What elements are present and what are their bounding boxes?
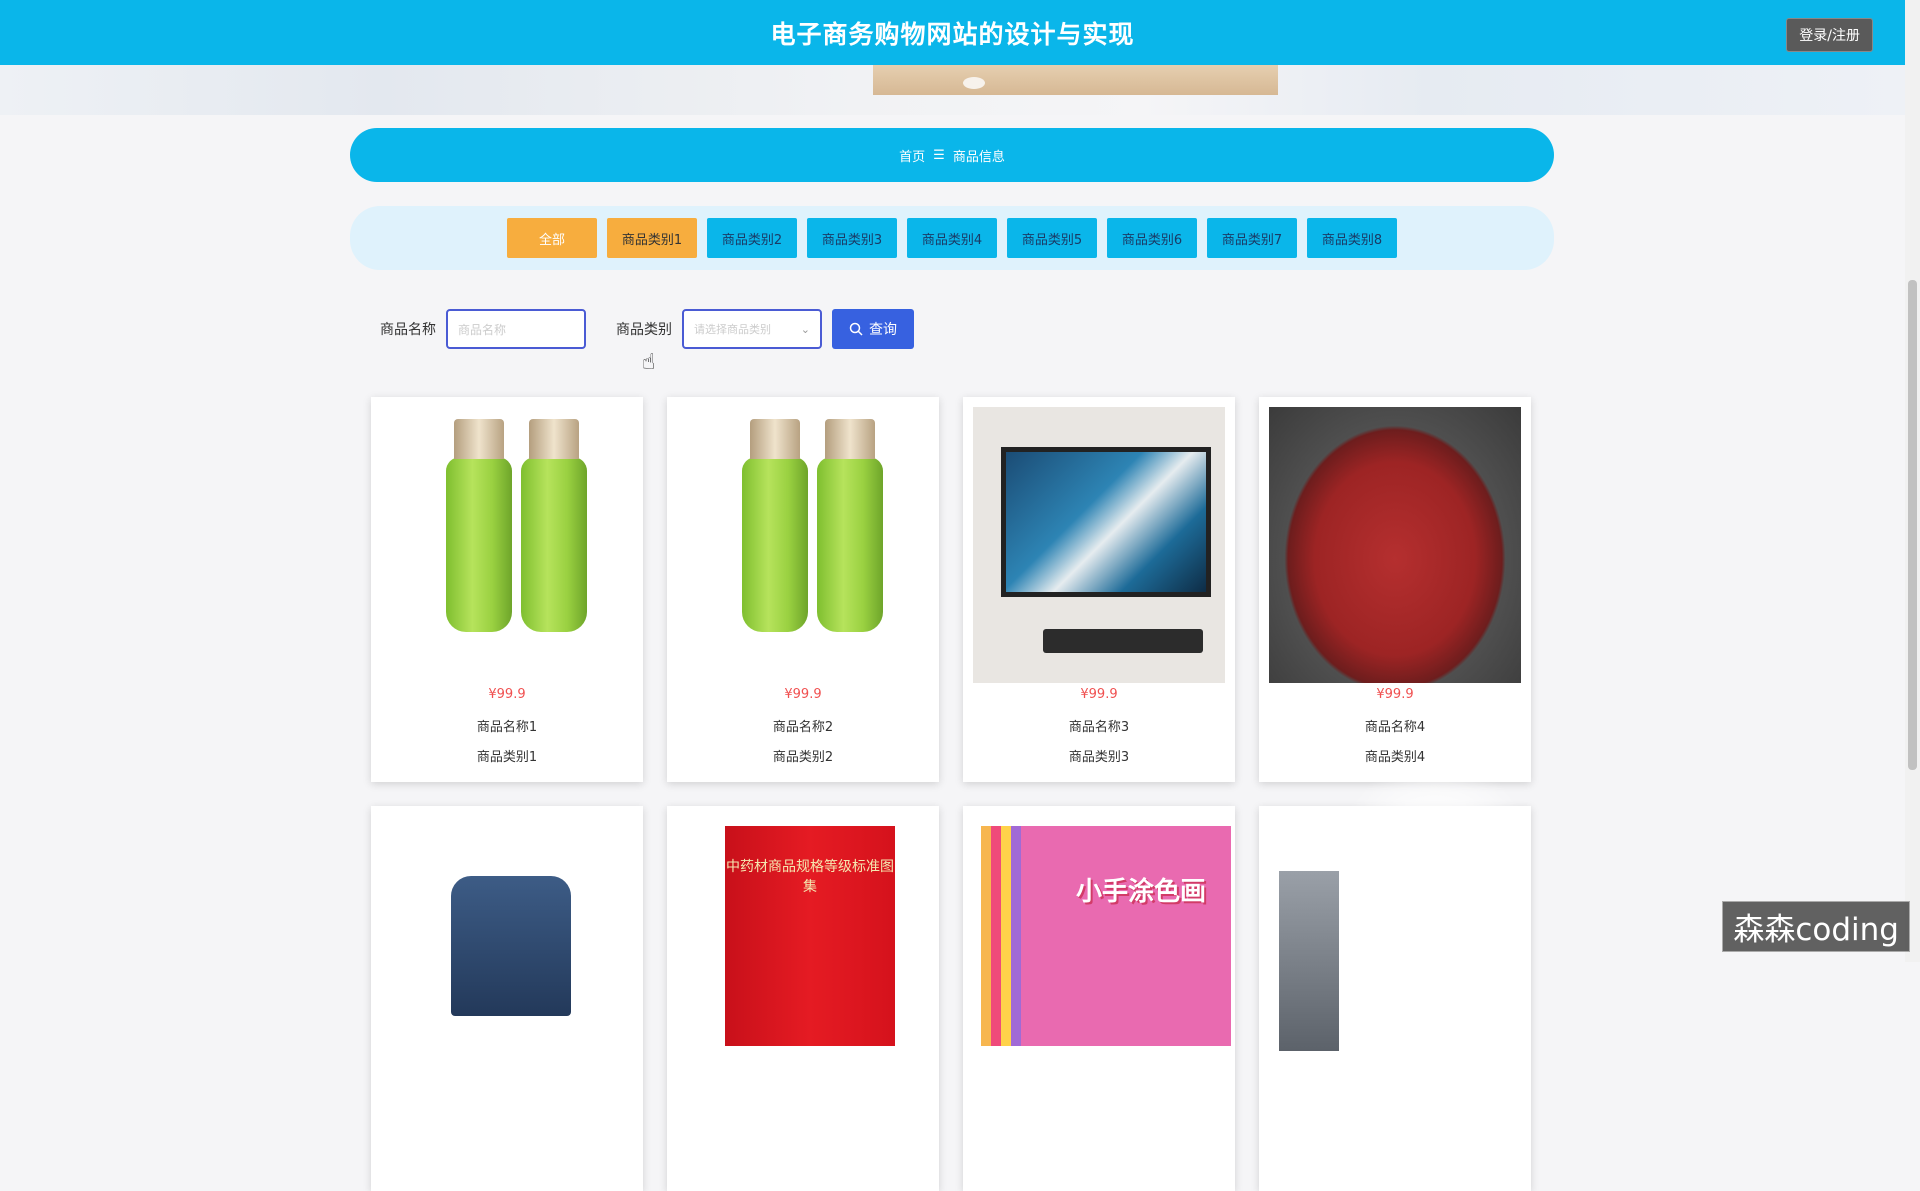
search-button[interactable]: 查询 <box>832 309 914 349</box>
banner-image <box>873 65 1278 95</box>
product-price: ¥99.9 <box>667 687 939 702</box>
category-2-button[interactable]: 商品类别2 <box>707 218 797 258</box>
book-cover-text: 中药材商品规格等级标准图集 <box>725 826 895 1046</box>
search-form: 商品名称 商品名称 商品类别 请选择商品类别 ⌄ 查询 <box>380 308 914 350</box>
category-search-label: 商品类别 <box>616 319 672 339</box>
search-button-label: 查询 <box>869 319 897 339</box>
product-card[interactable]: ¥99.9 商品名称1 商品类别1 <box>371 397 643 782</box>
product-image-red-book[interactable]: 中药材商品规格等级标准图集 <box>677 816 929 1092</box>
category-6-button[interactable]: 商品类别6 <box>1107 218 1197 258</box>
category-1-button[interactable]: 商品类别1 <box>607 218 697 258</box>
top-header: 电子商务购物网站的设计与实现 登录/注册 <box>0 0 1905 65</box>
category-select-placeholder: 请选择商品类别 <box>694 321 771 337</box>
product-image-denim-jacket[interactable] <box>381 816 633 1092</box>
category-3-button[interactable]: 商品类别3 <box>807 218 897 258</box>
product-price: ¥99.9 <box>371 687 643 702</box>
breadcrumb-current: 商品信息 <box>953 146 1005 165</box>
product-card[interactable] <box>371 806 643 1191</box>
product-price: ¥99.9 <box>1259 687 1531 702</box>
login-register-button[interactable]: 登录/注册 <box>1786 18 1873 52</box>
product-image-computer-monitor[interactable] <box>973 407 1225 683</box>
product-name-placeholder: 商品名称 <box>458 321 506 338</box>
site-title: 电子商务购物网站的设计与实现 <box>770 15 1134 51</box>
coloring-book-title: 小手涂色画 <box>1076 871 1206 908</box>
image-glare <box>1345 770 1525 960</box>
product-image-raw-beef[interactable] <box>1269 407 1521 683</box>
category-8-button[interactable]: 商品类别8 <box>1307 218 1397 258</box>
hand-cursor-icon: ☝ <box>642 350 655 375</box>
scrollbar-thumb[interactable] <box>1908 280 1917 770</box>
category-5-button[interactable]: 商品类别5 <box>1007 218 1097 258</box>
product-card[interactable]: ¥99.9 商品名称2 商品类别2 <box>667 397 939 782</box>
product-category: 商品类别3 <box>963 746 1235 765</box>
category-all-button[interactable]: 全部 <box>507 218 597 258</box>
page-scrollbar[interactable] <box>1905 0 1920 962</box>
product-name-input[interactable]: 商品名称 <box>446 309 586 349</box>
breadcrumb: 首页 ☰ 商品信息 <box>350 128 1554 182</box>
product-image-green-bottles[interactable] <box>677 407 929 683</box>
menu-separator-icon: ☰ <box>933 148 945 163</box>
product-card[interactable]: ¥99.9 商品名称4 商品类别4 <box>1259 397 1531 782</box>
product-name: 商品名称4 <box>1259 716 1531 735</box>
watermark: 森森coding <box>1722 901 1910 952</box>
category-select[interactable]: 请选择商品类别 ⌄ <box>682 309 822 349</box>
product-card[interactable]: ¥99.9 商品名称3 商品类别3 <box>963 397 1235 782</box>
name-search-label: 商品名称 <box>380 319 436 339</box>
banner-carousel[interactable] <box>0 65 1905 115</box>
product-card[interactable]: 小手涂色画 <box>963 806 1235 1191</box>
product-card[interactable]: 中药材商品规格等级标准图集 <box>667 806 939 1191</box>
product-name: 商品名称1 <box>371 716 643 735</box>
product-name: 商品名称3 <box>963 716 1235 735</box>
category-filter-bar: 全部 商品类别1 商品类别2 商品类别3 商品类别4 商品类别5 商品类别6 商… <box>350 206 1554 270</box>
breadcrumb-home-link[interactable]: 首页 <box>899 146 925 165</box>
product-category: 商品类别2 <box>667 746 939 765</box>
product-image-green-bottles[interactable] <box>381 407 633 683</box>
category-4-button[interactable]: 商品类别4 <box>907 218 997 258</box>
product-category: 商品类别4 <box>1259 746 1531 765</box>
product-category: 商品类别1 <box>371 746 643 765</box>
product-price: ¥99.9 <box>963 687 1235 702</box>
category-7-button[interactable]: 商品类别7 <box>1207 218 1297 258</box>
product-image-coloring-book[interactable]: 小手涂色画 <box>973 816 1225 1092</box>
product-name: 商品名称2 <box>667 716 939 735</box>
search-icon <box>849 322 863 336</box>
chevron-down-icon: ⌄ <box>801 323 810 336</box>
